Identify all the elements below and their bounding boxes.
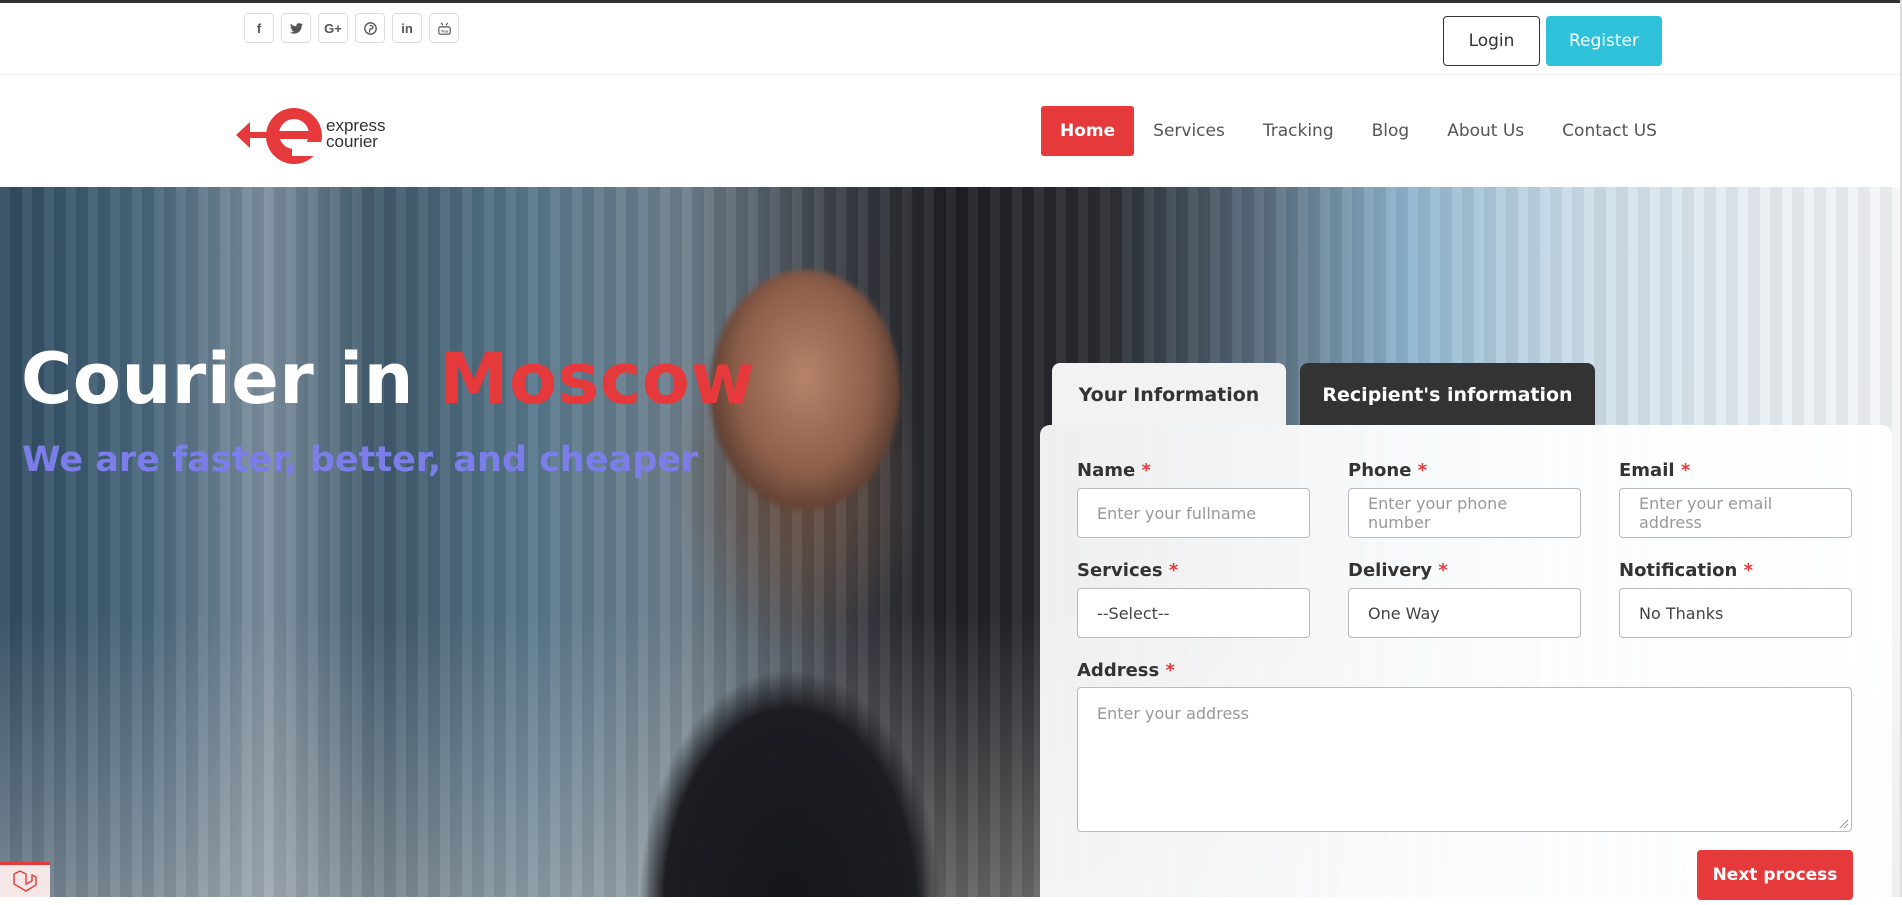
pinterest-icon[interactable] (355, 13, 385, 43)
name-label: Name * (1077, 460, 1151, 481)
logo-line-courier: courier (326, 132, 378, 151)
google-plus-icon[interactable]: G+ (318, 13, 348, 43)
nav-home[interactable]: Home (1041, 106, 1135, 156)
nav-contact-us[interactable]: Contact US (1543, 106, 1676, 156)
hero-title-city: Moscow (438, 338, 756, 420)
address-placeholder: Enter your address (1097, 704, 1249, 723)
hero-title: Courier in Moscow (21, 338, 756, 420)
main-menu: Home Services Tracking Blog About Us Con… (1041, 106, 1676, 156)
delivery-label: Delivery * (1348, 560, 1448, 581)
hero-title-prefix: Courier in (21, 338, 439, 420)
address-textarea[interactable]: Enter your address (1077, 687, 1852, 832)
services-label: Services * (1077, 560, 1179, 581)
phone-input[interactable]: Enter your phone number (1348, 488, 1581, 538)
nav-services[interactable]: Services (1134, 106, 1244, 156)
facebook-icon[interactable]: f (244, 13, 274, 43)
hero-person-suit (580, 567, 1000, 897)
twitter-icon[interactable] (281, 13, 311, 43)
email-input[interactable]: Enter your email address (1619, 488, 1852, 538)
delivery-select[interactable]: One Way (1348, 588, 1581, 638)
login-button[interactable]: Login (1443, 16, 1540, 66)
next-process-button[interactable]: Next process (1697, 850, 1853, 900)
name-input[interactable]: Enter your fullname (1077, 488, 1310, 538)
address-label: Address * (1077, 660, 1175, 681)
hero-subtitle: We are faster, better, and cheaper (22, 440, 699, 480)
tab-your-information[interactable]: Your Information (1052, 363, 1286, 425)
social-links: f G+ in You (244, 13, 459, 43)
linkedin-icon[interactable]: in (392, 13, 422, 43)
nav-about-us[interactable]: About Us (1428, 106, 1543, 156)
services-select[interactable]: --Select-- (1077, 588, 1310, 638)
svg-text:You: You (440, 28, 448, 33)
tab-recipient-information[interactable]: Recipient's information (1300, 363, 1595, 425)
email-label: Email * (1619, 460, 1691, 481)
phone-label: Phone * (1348, 460, 1428, 481)
notification-select[interactable]: No Thanks (1619, 588, 1852, 638)
youtube-icon[interactable]: You (429, 13, 459, 43)
resize-handle-icon[interactable] (1838, 818, 1848, 828)
notification-label: Notification * (1619, 560, 1754, 581)
nav-blog[interactable]: Blog (1353, 106, 1429, 156)
nav-tracking[interactable]: Tracking (1244, 106, 1353, 156)
register-button[interactable]: Register (1546, 16, 1662, 66)
logo-text: express courier (326, 117, 386, 151)
laravel-debug-icon[interactable] (0, 862, 50, 897)
